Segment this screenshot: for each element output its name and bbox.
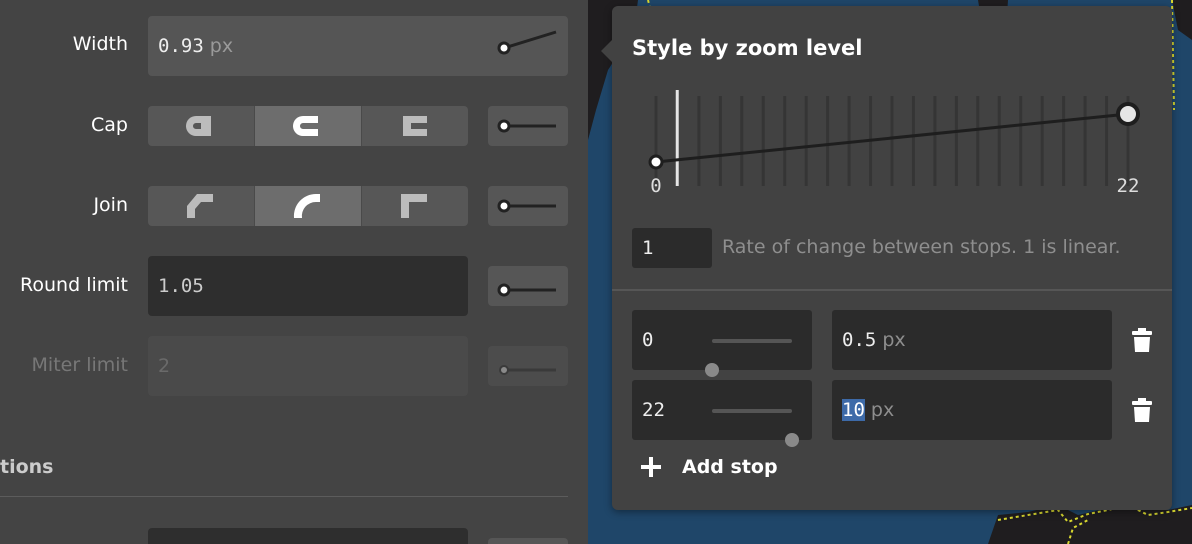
join-zoom-function-button[interactable] [488, 186, 568, 226]
plus-icon [641, 457, 661, 477]
stop-value-unit: px [870, 399, 895, 421]
next-property-zoom-function-button[interactable] [488, 538, 568, 544]
add-stop-button[interactable]: Add stop [640, 456, 778, 478]
join-round-button[interactable] [255, 186, 362, 226]
cap-square-icon [403, 116, 427, 136]
join-round-icon [293, 193, 320, 218]
stop-zoom-slider-thumb[interactable] [785, 433, 799, 447]
zoom-function-icon [499, 365, 556, 375]
zoom-function-icon[interactable] [496, 28, 560, 64]
width-input[interactable]: 0.93 px [148, 16, 568, 76]
rate-value: 1 [642, 237, 654, 259]
cap-zoom-function-button[interactable] [488, 106, 568, 146]
trash-icon[interactable] [1130, 397, 1154, 423]
join-bevel-button[interactable] [148, 186, 255, 226]
stop-zoom-value: 22 [642, 399, 665, 421]
cap-butt-icon [186, 116, 211, 136]
cap-butt-button[interactable] [148, 106, 255, 146]
round-limit-input[interactable]: 1.05 [148, 256, 468, 316]
section-divider [0, 496, 568, 497]
add-stop-label: Add stop [682, 456, 778, 478]
zoom-style-popover: Style by zoom level 0 22 1 Rate of chang… [601, 6, 1172, 510]
section-header[interactable]: tions [0, 456, 53, 478]
miter-limit-input: 2 [148, 336, 468, 396]
zoom-curve-graph[interactable]: 0 22 [632, 84, 1152, 202]
stop-zoom-input[interactable]: 22 [632, 380, 812, 447]
stop-value-unit: px [882, 329, 906, 351]
zoom-function-icon [497, 283, 556, 297]
graph-max-zoom-label: 22 [1117, 175, 1140, 197]
graph-stop-handle[interactable] [648, 154, 664, 170]
join-miter-button[interactable] [362, 186, 468, 226]
width-label: Width [72, 33, 128, 55]
join-bevel-icon [187, 194, 213, 218]
popover-arrow [601, 40, 612, 62]
round-limit-zoom-function-button[interactable] [488, 266, 568, 306]
stop-value: 10 [842, 399, 865, 421]
rate-input[interactable]: 1 [632, 228, 712, 268]
stop-value: 0.5 [842, 329, 877, 351]
zoom-function-icon [497, 199, 556, 213]
join-button-group [148, 186, 468, 226]
cap-round-button[interactable] [255, 106, 362, 146]
next-property-input[interactable] [148, 528, 468, 544]
cap-square-button[interactable] [362, 106, 468, 146]
zoom-ticks [654, 96, 1130, 186]
style-editor-panel: Width 0.93 px Cap Join Round limit 1.05 … [0, 0, 588, 544]
stop-zoom-slider-thumb[interactable] [705, 363, 719, 377]
popover-title: Style by zoom level [632, 36, 863, 60]
stop-value-input[interactable]: 0.5 px [832, 310, 1112, 370]
stop-zoom-input[interactable]: 0 [632, 310, 812, 377]
width-unit: px [209, 35, 234, 57]
stop-zoom-slider[interactable] [712, 409, 799, 447]
rate-description: Rate of change between stops. 1 is linea… [722, 236, 1121, 258]
round-limit-label: Round limit [20, 274, 128, 296]
graph-min-zoom-label: 0 [650, 175, 661, 197]
stop-zoom-value: 0 [642, 329, 654, 351]
stop-zoom-slider[interactable] [705, 339, 792, 377]
stop-value-input[interactable]: 10 px [832, 380, 1112, 440]
join-label: Join [93, 194, 128, 216]
cap-label: Cap [91, 114, 128, 136]
miter-limit-zoom-function-button [488, 346, 568, 386]
trash-icon[interactable] [1130, 327, 1154, 353]
popover-divider [612, 289, 1172, 291]
join-miter-icon [401, 194, 427, 218]
graph-stop-handle[interactable] [1116, 102, 1140, 126]
miter-limit-value: 2 [158, 355, 171, 377]
width-value: 0.93 [158, 35, 204, 57]
zoom-function-icon [497, 119, 556, 133]
round-limit-value: 1.05 [158, 275, 204, 297]
cap-round-icon [293, 116, 318, 136]
cap-button-group [148, 106, 468, 146]
miter-limit-label: Miter limit [31, 354, 128, 376]
